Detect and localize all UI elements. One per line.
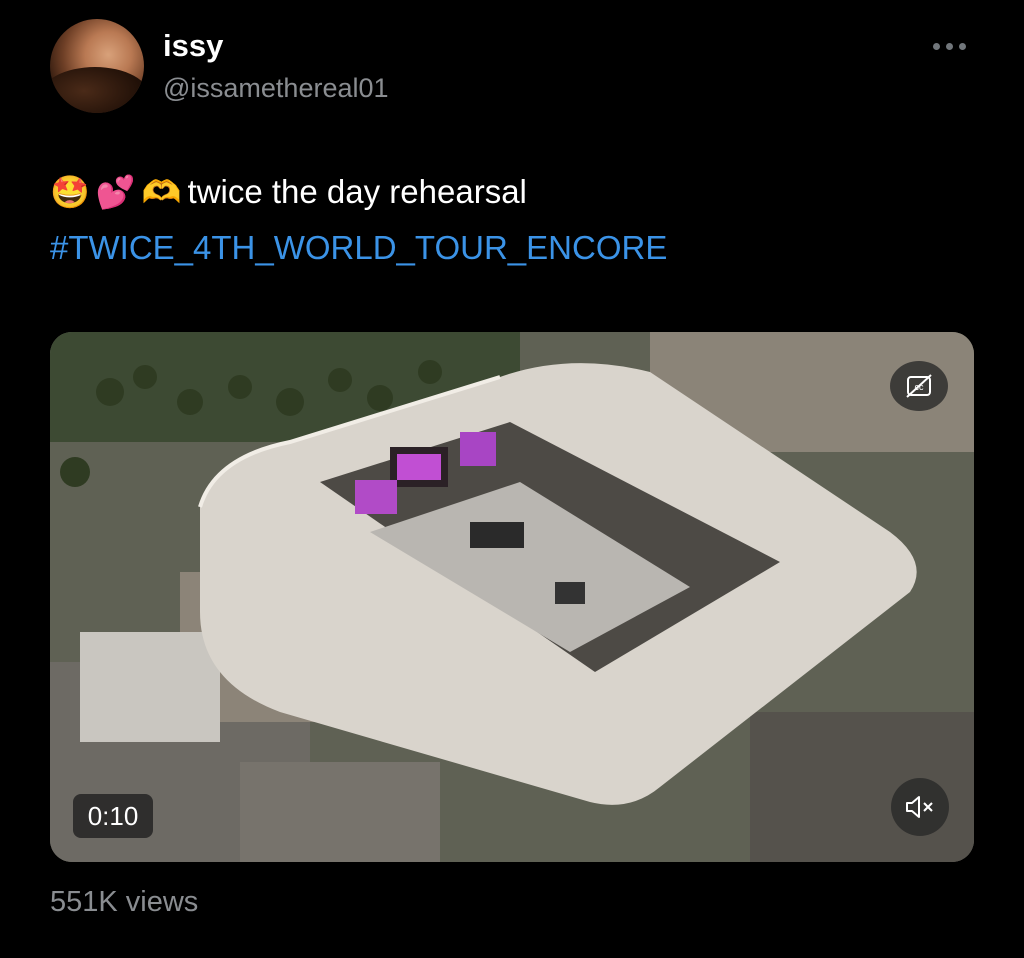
more-options-icon[interactable] — [933, 36, 973, 56]
speaker-muted-icon[interactable] — [891, 778, 949, 836]
video-player[interactable] — [50, 332, 974, 862]
view-count: 551K views — [50, 886, 199, 918]
tweet-body: twice the day rehearsal — [187, 173, 527, 210]
video-duration: 0:10 — [73, 794, 153, 838]
user-handle[interactable]: @issamethereal01 — [163, 73, 389, 104]
stadium-video-frame — [50, 332, 974, 862]
heart-hands-emoji: 🫶 — [141, 174, 182, 210]
star-struck-emoji: 🤩 — [50, 174, 90, 210]
tweet-text: 🤩 💕 🫶 twice the day rehearsal — [50, 173, 527, 211]
two-hearts-emoji: 💕 — [95, 174, 136, 210]
cc-icon[interactable]: cc — [890, 361, 948, 411]
hashtag-link[interactable]: #TWICE_4TH_WORLD_TOUR_ENCORE — [50, 229, 667, 267]
display-name[interactable]: issy — [163, 28, 223, 64]
avatar[interactable] — [50, 19, 144, 113]
